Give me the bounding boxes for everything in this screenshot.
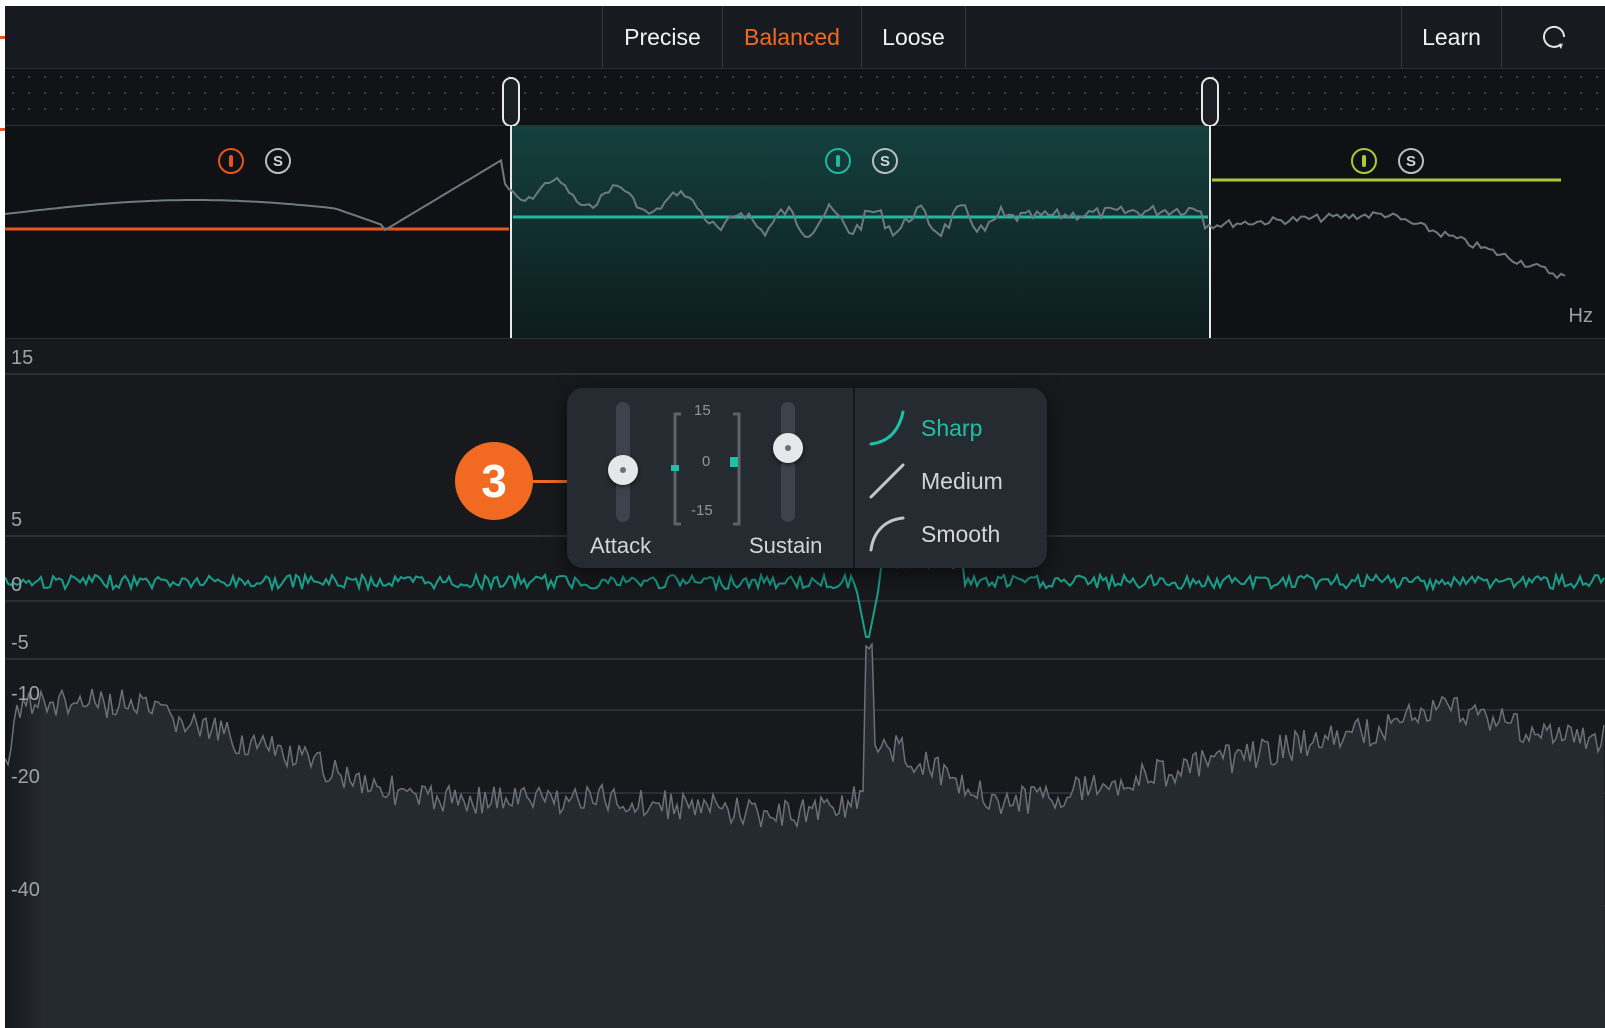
high-band-solo-icon[interactable]: S	[1398, 148, 1424, 174]
mid-band-region	[511, 126, 1211, 338]
signal-fill-area	[5, 644, 1605, 1028]
band-spectrum: S S S Hz	[5, 126, 1605, 338]
mode-loose-button[interactable]: Loose	[861, 6, 966, 68]
db-label: -40	[11, 879, 40, 901]
attack-label: Attack	[590, 533, 652, 558]
mode-precise-button[interactable]: Precise	[602, 6, 722, 68]
medium-curve-icon	[869, 463, 905, 499]
curve-medium-option[interactable]: Medium	[867, 459, 1003, 503]
db-label: 0	[11, 574, 23, 596]
db-label: -20	[11, 766, 40, 788]
popup-divider	[853, 388, 855, 568]
db-label: -10	[11, 683, 40, 705]
crossover-strip[interactable]	[5, 69, 1605, 127]
attack-level-marker	[671, 465, 679, 471]
scale-mid-label: 0	[702, 453, 711, 470]
toolbar: Precise Balanced Loose Learn	[5, 6, 1605, 69]
learn-button[interactable]: Learn	[1401, 6, 1501, 68]
scale-top-label: 15	[694, 402, 711, 419]
db-label: 15	[11, 347, 34, 369]
callout-connector	[533, 480, 567, 483]
step-callout-badge: 3	[455, 442, 533, 520]
crossover-handle-high[interactable]	[1201, 77, 1219, 127]
curve-smooth-option[interactable]: Smooth	[867, 512, 1000, 556]
mid-band-solo-icon[interactable]: S	[872, 148, 898, 174]
scale-bottom-label: -15	[691, 502, 713, 519]
reset-button[interactable]	[1501, 6, 1605, 68]
mid-band-power-icon[interactable]	[825, 148, 851, 174]
low-band-power-icon[interactable]	[218, 148, 244, 174]
high-band-power-icon[interactable]	[1351, 148, 1377, 174]
mode-balanced-button[interactable]: Balanced	[722, 6, 861, 68]
db-label: -5	[11, 632, 29, 654]
db-label: 5	[11, 509, 23, 531]
low-band-solo-icon[interactable]: S	[265, 148, 291, 174]
curve-medium-label: Medium	[921, 467, 1003, 494]
sharp-curve-icon	[869, 410, 905, 446]
refresh-icon	[1542, 25, 1565, 49]
frequency-unit-label: Hz	[1568, 305, 1593, 327]
curve-sharp-label: Sharp	[921, 414, 983, 441]
crossover-dot-grid	[5, 73, 1605, 121]
curve-sharp-option[interactable]: Sharp	[867, 406, 982, 450]
transient-shape-popup: Attack 15 0 -15 Sustain Sharp Medium Smo…	[567, 388, 1047, 568]
crossover-handle-low[interactable]	[502, 77, 520, 127]
sustain-level-marker	[730, 457, 738, 467]
smooth-curve-icon	[869, 516, 905, 552]
curve-smooth-label: Smooth	[921, 520, 1001, 547]
sustain-label: Sustain	[749, 533, 823, 558]
left-edge-fade	[5, 694, 41, 1028]
sustain-slider-thumb[interactable]	[773, 433, 803, 463]
attack-slider-thumb[interactable]	[608, 455, 638, 485]
transient-shaper-panel: Precise Balanced Loose Learn S S S Hz 15…	[5, 6, 1605, 1028]
